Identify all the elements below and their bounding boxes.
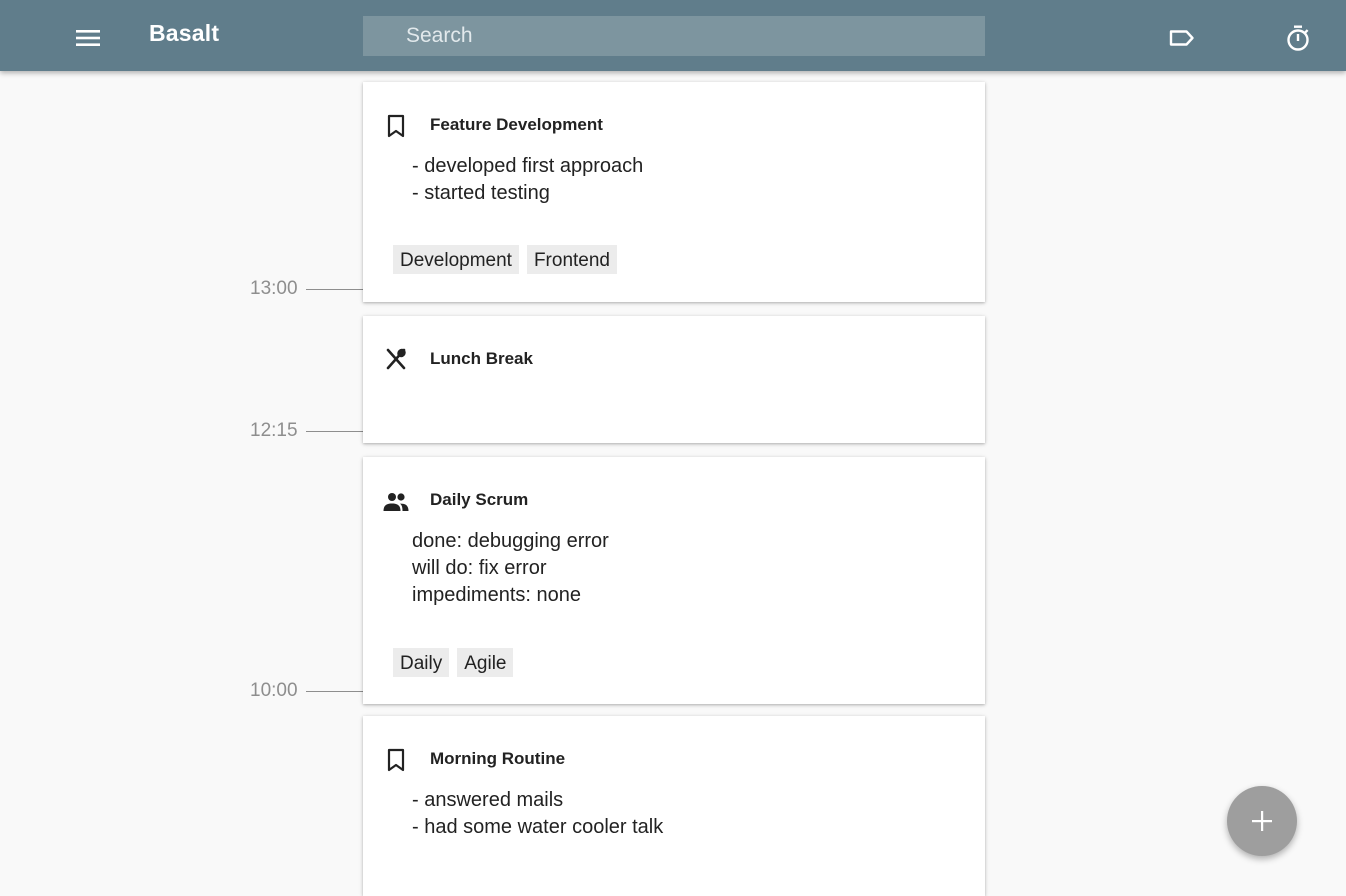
entry-title: Daily Scrum — [430, 490, 529, 509]
tag-chip[interactable]: Frontend — [526, 245, 617, 274]
labels-button[interactable] — [1166, 22, 1198, 54]
time-line — [306, 431, 363, 432]
add-entry-button[interactable] — [1227, 786, 1297, 856]
tag-list: Development Frontend — [393, 245, 617, 274]
tag-chip[interactable]: Agile — [457, 648, 514, 677]
entry-title: Feature Development — [430, 115, 603, 134]
tag-chip[interactable]: Daily — [393, 648, 450, 677]
search-input[interactable] — [363, 16, 985, 56]
entry-title: Morning Routine — [430, 749, 566, 768]
bookmark-icon — [387, 748, 405, 772]
time-line — [306, 289, 363, 290]
group-icon — [383, 493, 409, 511]
time-label: 10:00 — [250, 680, 298, 701]
timer-button[interactable] — [1282, 22, 1314, 54]
label-outline-icon — [1169, 30, 1194, 46]
menu-button[interactable] — [72, 22, 104, 54]
entry-card[interactable]: Morning Routine - answered mails - had s… — [363, 716, 985, 896]
time-line — [306, 691, 363, 692]
entry-description: - developed first approach - started tes… — [412, 155, 644, 204]
bookmark-icon — [387, 114, 405, 138]
timeline: 13:00 12:15 10:00 Feature Development - … — [0, 71, 1346, 896]
entry-description: done: debugging error will do: fix error… — [412, 530, 609, 606]
tag-list: Daily Agile — [393, 648, 514, 677]
entry-description: - answered mails - had some water cooler… — [412, 789, 664, 838]
time-label: 13:00 — [250, 278, 298, 299]
add-icon — [1252, 811, 1272, 831]
menu-icon — [76, 30, 100, 46]
app-bar: Basalt — [0, 0, 1346, 71]
entry-card[interactable]: Daily Scrum done: debugging error will d… — [363, 457, 985, 704]
entry-card[interactable]: Feature Development - developed first ap… — [363, 82, 985, 302]
tag-chip[interactable]: Development — [393, 245, 519, 274]
food-icon — [386, 348, 406, 370]
app-title: Basalt — [149, 20, 220, 46]
entry-card[interactable]: Lunch Break — [363, 316, 985, 443]
timer-icon — [1287, 25, 1309, 51]
entry-title: Lunch Break — [430, 349, 533, 368]
time-label: 12:15 — [250, 420, 298, 441]
